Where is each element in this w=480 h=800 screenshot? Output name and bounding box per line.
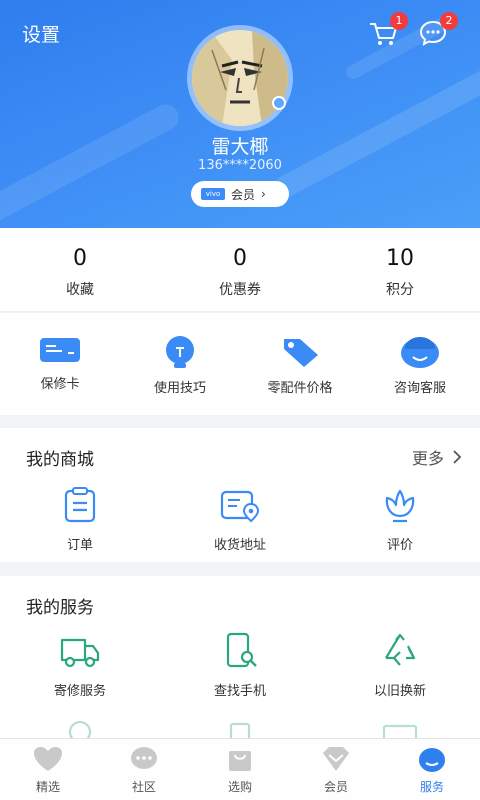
my-services-section: 我的服务 寄修服务 查找手机 以旧换新 xyxy=(0,576,480,744)
quick-customer-service[interactable]: 咨询客服 xyxy=(360,313,480,415)
service-label: 查找手机 xyxy=(213,684,266,699)
tab-community[interactable]: 社区 xyxy=(96,739,192,800)
quick-parts-price[interactable]: 零配件价格 xyxy=(240,313,360,415)
bottom-tab-bar: 精选 社区 选购 会员 服务 xyxy=(0,738,480,800)
avatar-illustration xyxy=(192,30,288,126)
stat-value: 0 xyxy=(73,246,87,271)
tab-label: 选购 xyxy=(227,780,252,794)
location-pin-icon xyxy=(68,720,92,744)
store-icon xyxy=(382,724,418,742)
tab-shop[interactable]: 选购 xyxy=(192,739,288,800)
service-repair-mail[interactable]: 寄修服务 xyxy=(0,632,160,699)
quick-label: 零配件价格 xyxy=(267,381,333,396)
stats-row: 0 收藏 0 优惠券 10 积分 xyxy=(0,228,480,312)
chevron-right-icon: › xyxy=(261,187,266,201)
tab-label: 精选 xyxy=(35,780,60,794)
mall-orders[interactable]: 订单 xyxy=(0,486,160,553)
tab-service[interactable]: 服务 xyxy=(384,739,480,800)
settings-button[interactable]: 设置 xyxy=(22,20,60,47)
service-second-row xyxy=(0,720,480,744)
service-label: 寄修服务 xyxy=(53,684,106,699)
chevron-right-icon xyxy=(453,450,462,464)
stat-favorites[interactable]: 0 收藏 xyxy=(0,228,160,311)
mall-reviews[interactable]: 评价 xyxy=(320,486,480,553)
quick-warranty-card[interactable]: 保修卡 xyxy=(0,313,120,415)
warranty-card-icon xyxy=(40,338,80,362)
service-partial-item[interactable] xyxy=(0,720,160,744)
customer-service-icon xyxy=(401,337,439,368)
quick-usage-tips[interactable]: 使用技巧 xyxy=(120,313,240,415)
section-title: 我的服务 xyxy=(26,598,94,618)
mall-label: 收货地址 xyxy=(213,538,266,553)
service-partial-item[interactable] xyxy=(320,720,480,742)
address-card-icon xyxy=(220,490,260,523)
tab-label: 社区 xyxy=(131,780,156,794)
tab-label: 会员 xyxy=(323,780,348,794)
member-button[interactable]: vivo 会员 › xyxy=(191,181,289,207)
service-label: 以旧换新 xyxy=(373,684,426,699)
chat-bubble-icon xyxy=(131,747,157,769)
price-tag-icon xyxy=(284,339,318,367)
tab-featured[interactable]: 精选 xyxy=(0,739,96,800)
message-badge: 2 xyxy=(440,12,458,30)
review-flower-icon xyxy=(385,489,415,523)
stat-label: 积分 xyxy=(386,282,414,298)
mall-address[interactable]: 收货地址 xyxy=(160,486,320,553)
quick-label: 保修卡 xyxy=(40,377,80,392)
service-find-phone[interactable]: 查找手机 xyxy=(160,632,320,699)
tab-member[interactable]: 会员 xyxy=(288,739,384,800)
mall-label: 评价 xyxy=(386,538,413,553)
stat-label: 收藏 xyxy=(66,282,94,298)
mall-label: 订单 xyxy=(66,538,93,553)
quick-label: 咨询客服 xyxy=(393,381,446,396)
find-phone-icon xyxy=(226,632,257,668)
section-title: 我的商城 xyxy=(26,450,94,470)
more-button[interactable]: 更多 xyxy=(412,445,462,469)
cart-badge: 1 xyxy=(390,12,408,30)
quick-actions: 保修卡 使用技巧 零配件价格 咨询客服 xyxy=(0,313,480,415)
more-label: 更多 xyxy=(411,449,444,468)
service-trade-in[interactable]: 以旧换新 xyxy=(320,632,480,699)
phone-number: 136****2060 xyxy=(198,158,282,173)
stat-value: 0 xyxy=(233,246,247,271)
lightbulb-icon xyxy=(166,336,194,368)
recycle-icon xyxy=(385,633,416,666)
messages-button[interactable]: 2 xyxy=(418,12,458,50)
header-decoration xyxy=(270,60,480,202)
stat-label: 优惠券 xyxy=(219,282,261,298)
username: 雷大椰 xyxy=(211,136,269,158)
repair-progress-icon xyxy=(229,722,251,742)
avatar-verified-badge xyxy=(272,96,286,110)
stat-coupons[interactable]: 0 优惠券 xyxy=(160,228,320,311)
vivo-logo-icon: vivo xyxy=(201,188,225,200)
diamond-icon xyxy=(323,747,349,771)
order-clipboard-icon xyxy=(64,487,96,523)
avatar[interactable] xyxy=(187,25,293,131)
cart-button[interactable]: 1 xyxy=(368,12,408,50)
stat-points[interactable]: 10 积分 xyxy=(320,228,480,311)
service-partial-item[interactable] xyxy=(160,720,320,742)
my-mall-section: 我的商城 更多 订单 收货地址 评价 xyxy=(0,428,480,562)
tab-label: 服务 xyxy=(419,780,444,794)
profile-header: 设置 1 2 雷大椰 136****2060 vivo 会员 › xyxy=(0,0,480,228)
service-face-icon xyxy=(419,748,445,772)
stat-value: 10 xyxy=(386,246,414,271)
quick-label: 使用技巧 xyxy=(153,381,206,396)
shopping-bag-icon xyxy=(229,751,251,771)
delivery-truck-icon xyxy=(60,638,100,668)
member-label: 会员 xyxy=(231,187,256,202)
heart-icon xyxy=(34,747,62,771)
